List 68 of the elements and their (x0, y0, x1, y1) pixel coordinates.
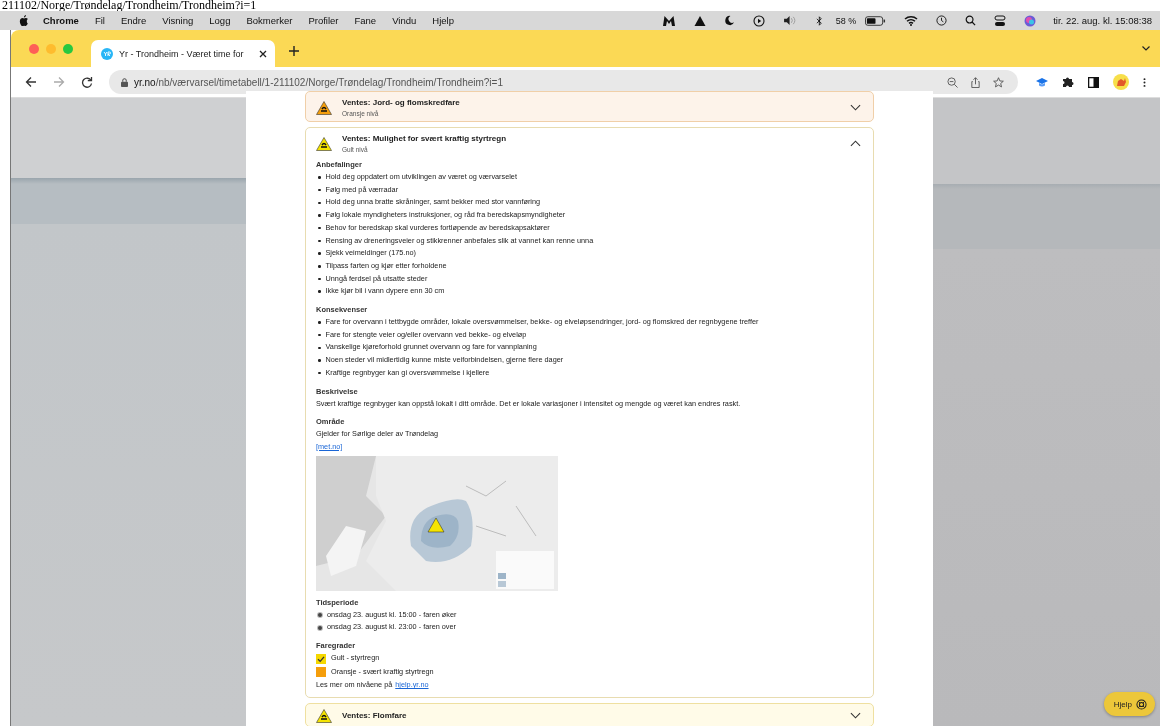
bullet-icon (318, 201, 321, 204)
wifi-icon[interactable] (904, 15, 919, 26)
graduation-cap-icon[interactable] (1036, 77, 1048, 87)
triangle-icon[interactable] (693, 14, 706, 27)
chevron-icon[interactable] (850, 140, 861, 147)
moon-icon[interactable] (723, 15, 735, 26)
close-tab-icon[interactable] (259, 49, 267, 58)
yr-logo-icon (101, 47, 113, 60)
star-icon[interactable] (993, 76, 1004, 88)
side-panel-icon[interactable] (1088, 76, 1099, 88)
new-tab-icon[interactable] (289, 46, 299, 56)
menu-item[interactable]: Endre (120, 15, 147, 26)
bullet-icon (318, 346, 321, 350)
battery-icon[interactable] (865, 15, 887, 26)
bullet-icon (318, 226, 321, 230)
battery-percentage: 58 % (835, 15, 857, 26)
back-arrow-icon[interactable] (25, 76, 37, 88)
speaker-icon[interactable] (782, 15, 798, 26)
siri-icon[interactable] (1024, 14, 1037, 27)
menu-item[interactable]: Fane (354, 15, 377, 26)
bullet-icon (318, 277, 321, 281)
bluetooth-icon[interactable] (815, 14, 823, 27)
warning-title[interactable]: Ventes: Mulighet for svært kraftig styrtregn (342, 133, 840, 145)
chevron-icon[interactable] (850, 712, 861, 720)
menu-item[interactable]: Visning (162, 15, 194, 26)
bullet-icon (318, 252, 321, 255)
clock-text: tir. 22. aug. kl. 15:08:38 (1053, 15, 1152, 26)
bullet-icon (318, 359, 321, 362)
share-icon[interactable] (970, 76, 981, 88)
timeline-dot-icon (318, 613, 322, 617)
zoom-out-icon[interactable] (947, 76, 958, 88)
address-field[interactable]: yr.no/nb/værvarsel/timetabell/1-211102/Norge/Trøndelag/Trondheim/Trondheim?i=1 (109, 70, 1018, 94)
menu-item[interactable]: Bokmerker (246, 15, 293, 26)
bullet-icon (318, 214, 321, 217)
search-icon[interactable] (965, 15, 977, 26)
toggle-icon[interactable] (994, 14, 1007, 27)
caption-text: 211102/Norge/Trøndelag/Trondheim/Trondheim?i=1 (2, 0, 257, 11)
profile-avatar-icon[interactable] (1113, 74, 1129, 90)
tab-list-chevron-icon[interactable] (1142, 46, 1150, 51)
warning-title[interactable]: Ventes: Flomfare (342, 709, 840, 722)
bullet-icon (318, 290, 321, 293)
bullet-icon (318, 239, 321, 243)
lock-icon (121, 77, 128, 87)
menu-item[interactable]: Hjelp (432, 15, 454, 26)
help-button[interactable]: Hjelp (1103, 692, 1155, 716)
play-icon[interactable] (752, 14, 765, 27)
bullet-icon (318, 176, 321, 179)
lifebuoy-icon (1136, 698, 1147, 710)
chevron-icon[interactable] (850, 104, 861, 111)
bullet-icon (318, 188, 321, 192)
apple-icon[interactable] (18, 14, 29, 27)
menu-item[interactable]: Fil (94, 15, 105, 26)
menu-item[interactable]: Profiler (308, 15, 339, 26)
menu-item[interactable]: Chrome (43, 15, 79, 26)
bullet-icon (318, 333, 321, 337)
browser-tab[interactable]: Yr - Trondheim - Været time for (91, 40, 275, 67)
timeline-dot-icon (318, 625, 322, 630)
bullet-icon (318, 265, 321, 268)
m-logo-icon[interactable] (661, 14, 676, 27)
bullet-icon (318, 321, 321, 324)
puzzle-icon[interactable] (1062, 76, 1074, 88)
clock-icon[interactable] (936, 15, 948, 26)
menu-item[interactable]: Vindu (392, 15, 417, 26)
bullet-icon (318, 371, 321, 375)
menu-dots-icon[interactable] (1143, 76, 1146, 88)
reload-icon[interactable] (81, 76, 93, 88)
warning-title[interactable]: Ventes: Jord- og flomskredfare (342, 97, 840, 109)
menu-item[interactable]: Logg (209, 15, 231, 26)
